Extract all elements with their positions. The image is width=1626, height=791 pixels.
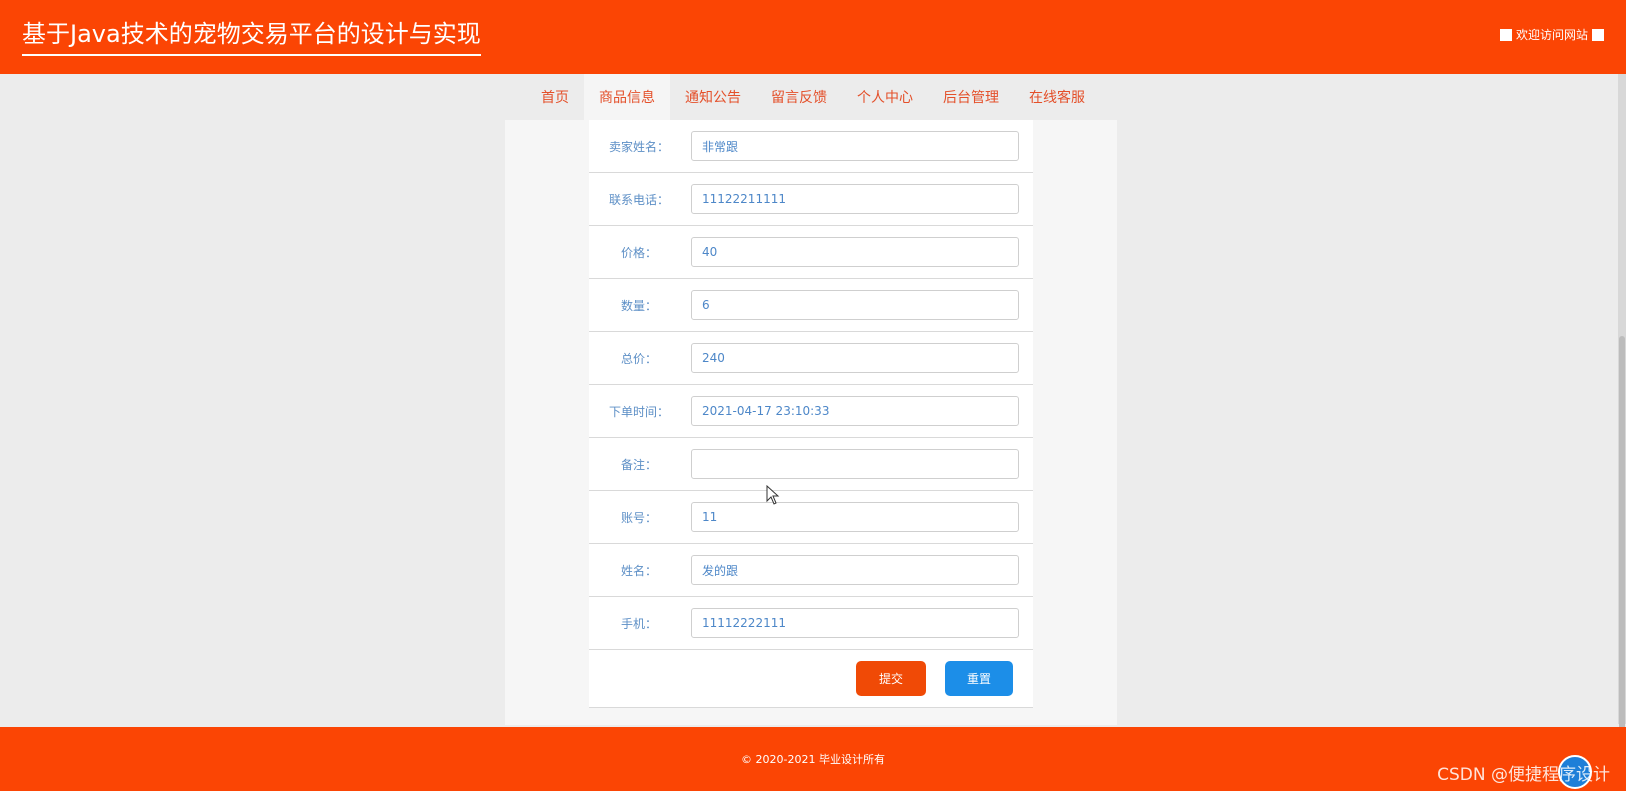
quantity-input[interactable] bbox=[691, 290, 1019, 320]
contact-phone-label: 联系电话： bbox=[608, 192, 669, 207]
reset-button[interactable]: 重置 bbox=[945, 661, 1013, 696]
form-row-mobile: 手机： bbox=[589, 597, 1033, 650]
nav-item-products[interactable]: 商品信息 bbox=[584, 74, 670, 120]
form-row-contact-phone: 联系电话： bbox=[589, 173, 1033, 226]
form-row-account: 账号： bbox=[589, 491, 1033, 544]
form-row-total-price: 总价： bbox=[589, 332, 1033, 385]
form-row-price: 价格： bbox=[589, 226, 1033, 279]
site-title[interactable]: 基于Java技术的宠物交易平台的设计与实现 bbox=[22, 16, 481, 56]
site-footer: © 2020-2021 毕业设计所有 bbox=[0, 727, 1626, 791]
seller-name-label: 卖家姓名： bbox=[608, 139, 669, 154]
order-time-input[interactable] bbox=[691, 396, 1019, 426]
nav-item-feedback[interactable]: 留言反馈 bbox=[756, 74, 842, 120]
order-form: 卖家姓名： 联系电话： 价格： 数量： 总价： 下单时间： 备注： 账号： 姓名… bbox=[589, 120, 1033, 708]
submit-button[interactable]: 提交 bbox=[856, 661, 926, 696]
total-price-label: 总价： bbox=[620, 351, 657, 366]
nav-item-notices[interactable]: 通知公告 bbox=[670, 74, 756, 120]
scrollbar-thumb[interactable] bbox=[1619, 336, 1625, 786]
remark-label: 备注： bbox=[620, 457, 657, 472]
csdn-watermark: CSDN @便捷程序设计 bbox=[1437, 765, 1610, 785]
form-actions: 提交 重置 bbox=[589, 650, 1033, 708]
account-input[interactable] bbox=[691, 502, 1019, 532]
main-nav: 首页 商品信息 通知公告 留言反馈 个人中心 后台管理 在线客服 bbox=[0, 74, 1626, 120]
page-scrollbar[interactable] bbox=[1618, 74, 1626, 786]
form-row-quantity: 数量： bbox=[589, 279, 1033, 332]
welcome-banner: 欢迎访问网站 bbox=[1499, 26, 1604, 43]
name-label: 姓名： bbox=[620, 563, 657, 578]
form-row-order-time: 下单时间： bbox=[589, 385, 1033, 438]
welcome-text: 欢迎访问网站 bbox=[1515, 28, 1588, 42]
square-icon bbox=[1592, 28, 1604, 41]
site-header: 基于Java技术的宠物交易平台的设计与实现 欢迎访问网站 bbox=[0, 0, 1626, 74]
nav-item-admin[interactable]: 后台管理 bbox=[928, 74, 1014, 120]
seller-name-input[interactable] bbox=[691, 131, 1019, 161]
nav-item-support[interactable]: 在线客服 bbox=[1014, 74, 1100, 120]
name-input[interactable] bbox=[691, 555, 1019, 585]
account-label: 账号： bbox=[620, 510, 657, 525]
contact-phone-input[interactable] bbox=[691, 184, 1019, 214]
total-price-input[interactable] bbox=[691, 343, 1019, 373]
mouse-pointer-icon bbox=[766, 485, 780, 505]
price-label: 价格： bbox=[620, 245, 657, 260]
mobile-input[interactable] bbox=[691, 608, 1019, 638]
form-row-name: 姓名： bbox=[589, 544, 1033, 597]
nav-item-home[interactable]: 首页 bbox=[526, 74, 584, 120]
remark-input[interactable] bbox=[691, 449, 1019, 479]
form-row-remark: 备注： bbox=[589, 438, 1033, 491]
quantity-label: 数量： bbox=[620, 298, 657, 313]
nav-item-profile[interactable]: 个人中心 bbox=[842, 74, 928, 120]
square-icon bbox=[1499, 28, 1512, 41]
order-time-label: 下单时间： bbox=[608, 404, 669, 419]
price-input[interactable] bbox=[691, 237, 1019, 267]
form-row-seller-name: 卖家姓名： bbox=[589, 120, 1033, 173]
mobile-label: 手机： bbox=[620, 616, 657, 631]
copyright-text: © 2020-2021 毕业设计所有 bbox=[741, 753, 885, 766]
